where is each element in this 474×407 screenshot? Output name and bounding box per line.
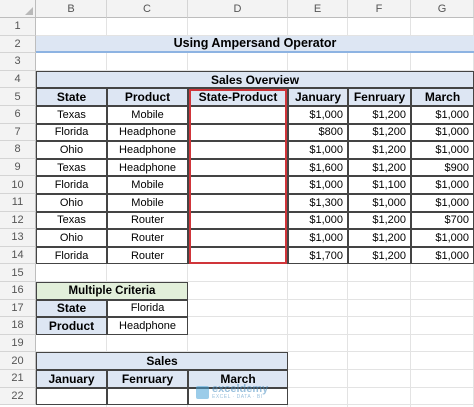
table-cell[interactable]: $1,000 [411, 246, 474, 265]
state-product-highlight [189, 89, 287, 265]
table-cell[interactable]: Ohio [36, 141, 107, 159]
column-header-b[interactable]: B [36, 0, 107, 18]
table-cell[interactable]: $1,300 [288, 194, 348, 212]
sales-heading: Sales [36, 352, 288, 370]
row-header-14[interactable]: 14 [0, 246, 36, 265]
table-cell[interactable]: $1,000 [411, 106, 474, 124]
row-header-2[interactable]: 2 [0, 35, 36, 54]
column-heading-1: Product [107, 88, 188, 106]
table-cell[interactable]: Headphone [107, 123, 188, 142]
column-header-d[interactable]: D [188, 0, 288, 18]
column-header-e[interactable]: E [288, 0, 348, 18]
table-cell[interactable]: $1,200 [348, 229, 411, 247]
table-cell[interactable]: $1,200 [348, 106, 411, 124]
select-all-icon [25, 7, 33, 15]
table-cell[interactable]: Router [107, 211, 188, 230]
row-header-9[interactable]: 9 [0, 158, 36, 177]
table-cell[interactable]: $700 [411, 211, 474, 230]
row-header-20[interactable]: 20 [0, 352, 36, 370]
criteria-value[interactable]: Florida [107, 299, 188, 318]
table-cell[interactable]: $1,200 [348, 246, 411, 265]
table-cell[interactable]: $1,600 [288, 158, 348, 177]
table-cell[interactable]: $800 [288, 123, 348, 142]
column-header-g[interactable]: G [411, 0, 474, 18]
select-all-corner[interactable] [0, 0, 36, 18]
table-cell[interactable]: $1,000 [288, 211, 348, 230]
table-cell[interactable]: Router [107, 229, 188, 247]
criteria-label: State [36, 299, 107, 318]
table-cell[interactable]: $1,700 [288, 246, 348, 265]
table-cell[interactable]: $1,000 [288, 229, 348, 247]
row-header-6[interactable]: 6 [0, 106, 36, 124]
table-cell[interactable]: Florida [36, 246, 107, 265]
table-cell[interactable]: $1,000 [288, 106, 348, 124]
watermark-name: exceldemy [212, 383, 269, 395]
table-cell[interactable]: $1,000 [288, 176, 348, 194]
table-cell[interactable]: Texas [36, 106, 107, 124]
column-heading-3: January [288, 88, 348, 106]
table-cell[interactable]: $1,000 [411, 123, 474, 142]
table-cell[interactable]: $1,200 [348, 158, 411, 177]
table-cell[interactable]: $1,000 [411, 176, 474, 194]
row-header-19[interactable]: 19 [0, 334, 36, 353]
row-header-4[interactable]: 4 [0, 70, 36, 89]
column-header-c[interactable]: C [107, 0, 188, 18]
row-header-11[interactable]: 11 [0, 194, 36, 212]
table-cell[interactable]: Mobile [107, 106, 188, 124]
row-header-5[interactable]: 5 [0, 88, 36, 106]
watermark-tagline: EXCEL · DATA · BI [212, 394, 263, 400]
table-cell[interactable]: Router [107, 246, 188, 265]
table-cell[interactable]: $1,000 [348, 194, 411, 212]
table-cell[interactable]: Texas [36, 211, 107, 230]
row-header-15[interactable]: 15 [0, 264, 36, 282]
multiple-criteria-heading: Multiple Criteria [36, 282, 188, 300]
row-header-12[interactable]: 12 [0, 211, 36, 230]
column-header-f[interactable]: F [348, 0, 411, 18]
column-heading-0: State [36, 88, 107, 106]
row-header-3[interactable]: 3 [0, 53, 36, 71]
row-header-13[interactable]: 13 [0, 229, 36, 247]
spreadsheet: B C D E F G 1 2 3 4 5 6 7 8 9 10 11 12 13 14 15 16 17 18 19 20 21 2… [0, 0, 474, 407]
table-cell[interactable]: Mobile [107, 194, 188, 212]
row-header-10[interactable]: 10 [0, 176, 36, 194]
row-header-21[interactable]: 21 [0, 370, 36, 388]
sales-overview-heading: Sales Overview [36, 70, 474, 89]
sales-value-cell[interactable] [107, 387, 188, 406]
table-cell[interactable]: Mobile [107, 176, 188, 194]
table-cell[interactable]: Ohio [36, 229, 107, 247]
table-cell[interactable]: $1,200 [348, 211, 411, 230]
table-cell[interactable]: Texas [36, 158, 107, 177]
row-header-8[interactable]: 8 [0, 141, 36, 159]
table-cell[interactable]: $900 [411, 158, 474, 177]
table-cell[interactable]: Headphone [107, 141, 188, 159]
column-heading-4: Fenruary [348, 88, 411, 106]
table-cell[interactable]: Ohio [36, 194, 107, 212]
sales-value-cell[interactable] [36, 387, 107, 406]
criteria-value[interactable]: Headphone [107, 317, 188, 335]
row-header-22[interactable]: 22 [0, 387, 36, 406]
table-cell[interactable]: $1,100 [348, 176, 411, 194]
sales-column-heading-0: January [36, 370, 107, 388]
table-cell[interactable]: Florida [36, 123, 107, 142]
column-heading-5: March [411, 88, 474, 106]
table-cell[interactable]: $1,200 [348, 141, 411, 159]
table-cell[interactable]: Headphone [107, 158, 188, 177]
table-cell[interactable]: Florida [36, 176, 107, 194]
table-cell[interactable]: $1,000 [411, 229, 474, 247]
row-header-16[interactable]: 16 [0, 282, 36, 300]
table-cell[interactable]: $1,000 [411, 141, 474, 159]
sales-column-heading-1: Fenruary [107, 370, 188, 388]
exceldemy-logo-icon [196, 385, 209, 399]
row-header-7[interactable]: 7 [0, 123, 36, 142]
table-cell[interactable]: $1,000 [411, 194, 474, 212]
criteria-label: Product [36, 317, 107, 335]
row-header-17[interactable]: 17 [0, 299, 36, 318]
page-title: Using Ampersand Operator [36, 35, 474, 54]
row-header-1[interactable]: 1 [0, 18, 36, 36]
row-header-18[interactable]: 18 [0, 317, 36, 335]
table-cell[interactable]: $1,200 [348, 123, 411, 142]
table-cell[interactable]: $1,000 [288, 141, 348, 159]
exceldemy-watermark: exceldemy EXCEL · DATA · BI [196, 384, 268, 400]
